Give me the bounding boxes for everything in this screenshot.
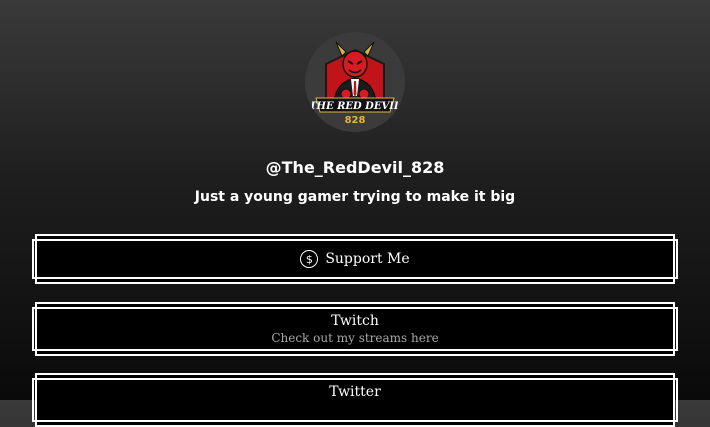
twitter-link-button[interactable]: Twitter	[32, 373, 678, 427]
avatar: THE RED DEVIL 828	[305, 32, 405, 132]
twitch-link-button[interactable]: Twitch Check out my streams here	[32, 302, 678, 356]
twitch-label: Twitch	[331, 313, 379, 329]
twitch-subtitle: Check out my streams here	[271, 331, 439, 345]
svg-text:THE RED DEVIL: THE RED DEVIL	[312, 101, 398, 112]
red-devil-logo: THE RED DEVIL 828	[312, 41, 398, 126]
profile-bio: Just a young gamer trying to make it big	[194, 189, 516, 205]
twitter-label: Twitter	[329, 384, 381, 400]
support-me-button[interactable]: $ Support Me	[32, 234, 678, 284]
dollar-circle-icon: $	[300, 250, 319, 268]
profile-handle: @The_RedDevil_828	[265, 158, 445, 177]
svg-text:828: 828	[345, 115, 366, 126]
support-me-label: Support Me	[325, 251, 410, 267]
